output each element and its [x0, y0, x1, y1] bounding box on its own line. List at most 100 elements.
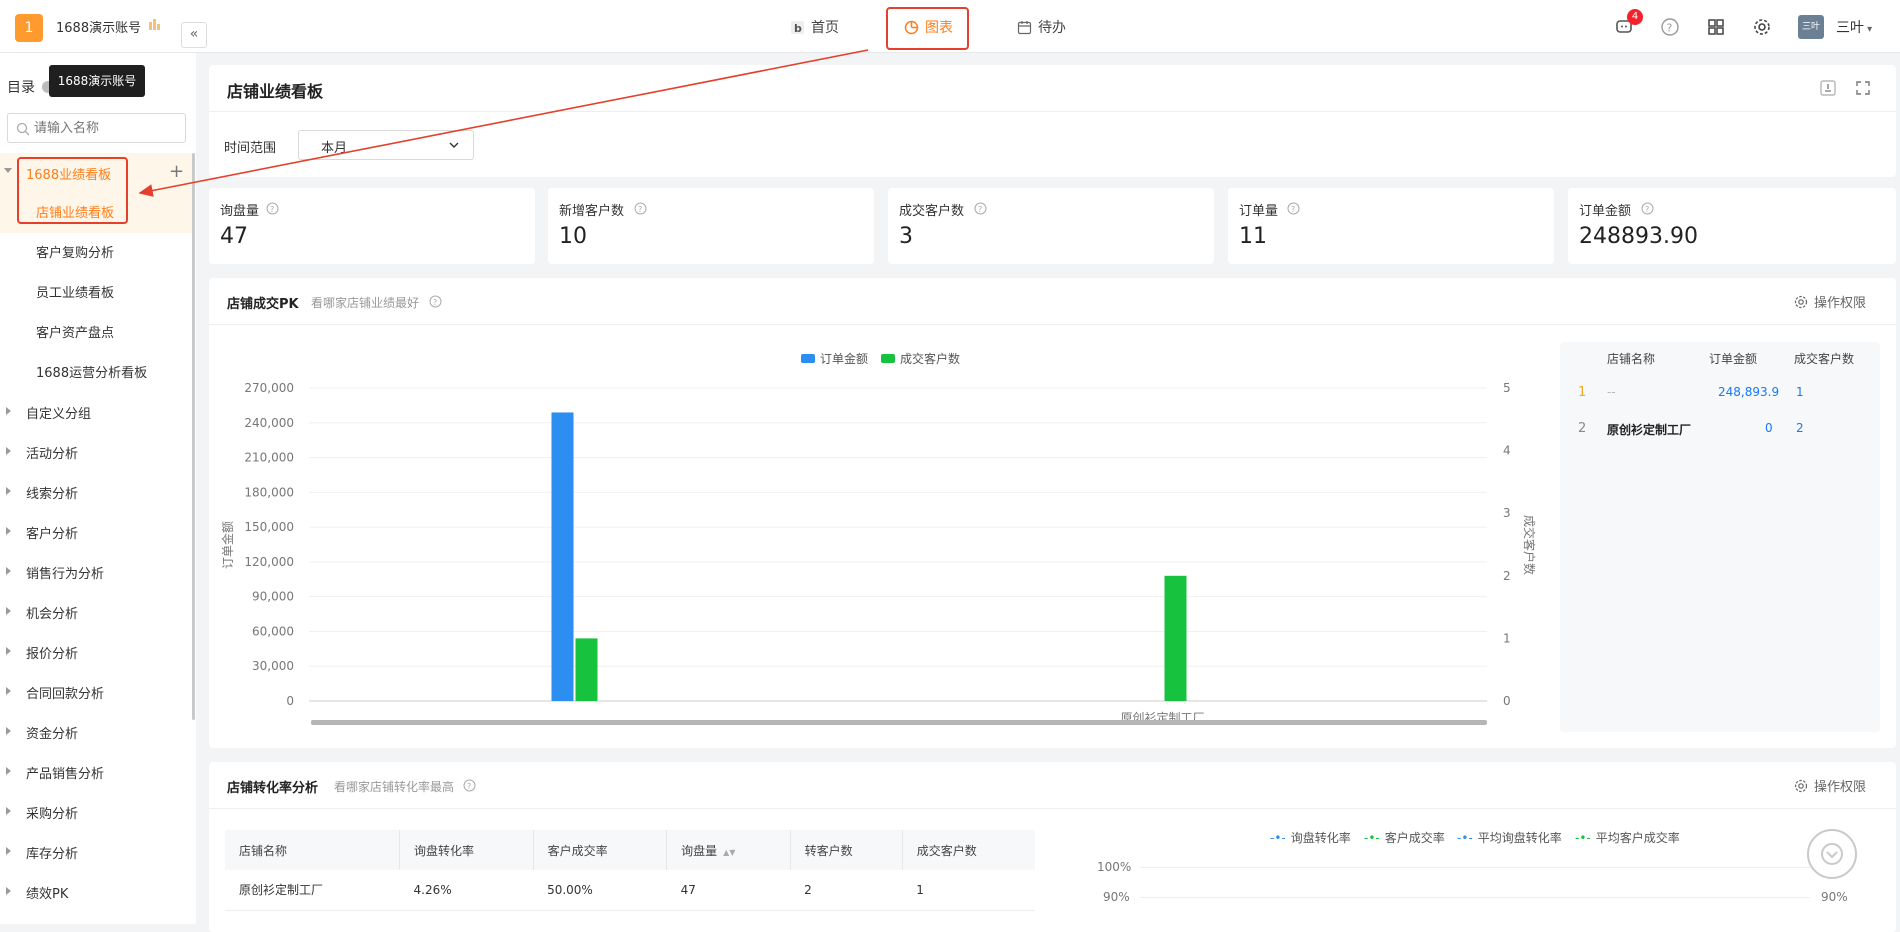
y-right-tick-label: 90%	[1821, 890, 1848, 904]
rank-header-customers: 成交客户数	[1794, 352, 1855, 366]
nav-todo[interactable]: 待办	[1017, 15, 1066, 39]
y-tick-label: 90%	[1103, 890, 1130, 904]
table-cell-link[interactable]: 1	[902, 870, 1035, 911]
sidebar-category-label: 绩效PK	[26, 887, 69, 902]
store-pk-bar-chart: 0 30,000 60,000 90,000 120,000 150,000 180,000…	[220, 381, 1537, 725]
sidebar-category-label: 报价分析	[26, 647, 79, 662]
rank-header-amount: 订单金额	[1709, 352, 1758, 366]
y-tick-label: 100%	[1097, 860, 1132, 874]
kpi-card-order-amount[interactable]: 订单金额 ? 248893.90	[1568, 188, 1896, 264]
export-icon[interactable]	[1818, 78, 1838, 98]
kpi-value: 3	[899, 224, 913, 249]
sidebar-item-employee[interactable]: 员工业绩看板	[36, 282, 114, 301]
account-name[interactable]: 1688演示账号	[56, 17, 141, 36]
kpi-value: 11	[1239, 224, 1267, 249]
rank-customers-link[interactable]: 2	[1796, 421, 1804, 435]
sidebar-scrollbar[interactable]	[192, 153, 195, 720]
rank-customers-link[interactable]: 1	[1796, 385, 1804, 399]
settings-gear-icon[interactable]	[1752, 17, 1772, 37]
fullscreen-icon[interactable]	[1853, 78, 1873, 98]
kpi-card-new-customers[interactable]: 新增客户数 ? 10	[548, 188, 874, 264]
help-icon[interactable]: ?	[1660, 17, 1680, 37]
scroll-down-float-button[interactable]	[1807, 829, 1857, 879]
legend-deal-customers[interactable]: 成交客户数	[881, 350, 960, 367]
svg-text:?: ?	[1667, 22, 1673, 35]
legend-avg-inquiry-conv[interactable]: -•- 平均询盘转化率	[1457, 829, 1562, 846]
user-avatar[interactable]: 三叶	[1798, 15, 1824, 39]
sidebar-category[interactable]: 自定义分组	[0, 401, 192, 425]
help-icon[interactable]: ?	[974, 202, 987, 215]
help-icon[interactable]: ?	[1287, 202, 1300, 215]
kpi-card-orders[interactable]: 订单量 ? 11	[1228, 188, 1554, 264]
kpi-card-inquiries[interactable]: 询盘量 ? 47	[209, 188, 535, 264]
sidebar-search	[7, 113, 186, 143]
sidebar-category[interactable]: 报价分析	[0, 641, 192, 665]
table-cell-link[interactable]: 47	[666, 870, 791, 911]
legend-label: 询盘转化率	[1290, 831, 1351, 845]
svg-text:?: ?	[978, 205, 982, 214]
sidebar-category[interactable]: 机会分析	[0, 601, 192, 625]
sidebar-category-label: 机会分析	[26, 607, 79, 622]
nav-home[interactable]: b 首页	[790, 15, 839, 39]
caret-right-icon	[6, 887, 11, 895]
conv-permission-button[interactable]: 操作权限	[1794, 776, 1866, 795]
y-tick-label: 240,000	[244, 416, 294, 430]
sidebar-category[interactable]: 采购分析	[0, 801, 192, 825]
legend-customer-deal[interactable]: -•- 客户成交率	[1364, 829, 1445, 846]
sidebar-category[interactable]: 产品销售分析	[0, 761, 192, 785]
col-header: 转客户数	[790, 830, 903, 870]
help-icon[interactable]: ?	[266, 202, 279, 215]
legend-avg-customer-deal[interactable]: -•- 平均客户成交率	[1575, 829, 1680, 846]
sidebar-search-input[interactable]	[34, 118, 179, 138]
sidebar-category[interactable]: 资金分析	[0, 721, 192, 745]
table-row: 原创衫定制工厂 4.26% 50.00% 47 2 1	[225, 870, 1035, 911]
help-icon[interactable]: ?	[634, 202, 647, 215]
table-cell-link[interactable]: 2	[790, 870, 903, 911]
legend-inquiry-conv[interactable]: -•- 询盘转化率	[1270, 829, 1351, 846]
chevron-down-icon: ▾	[1864, 24, 1873, 35]
help-icon[interactable]: ?	[463, 779, 476, 792]
col-header: 成交客户数	[902, 830, 1035, 870]
y-tick-label: 180,000	[244, 485, 294, 499]
sidebar-category-label: 库存分析	[26, 847, 79, 862]
apps-grid-icon[interactable]	[1706, 17, 1726, 37]
collapse-sidebar-button[interactable]: «	[181, 22, 207, 48]
pk-permission-button[interactable]: 操作权限	[1794, 292, 1866, 311]
settings-gear-icon	[1794, 295, 1808, 308]
conv-section-subtitle: 看哪家店铺转化率最高	[334, 780, 455, 794]
help-icon[interactable]: ?	[429, 295, 442, 308]
sidebar-category[interactable]: 库存分析	[0, 841, 192, 865]
sidebar-item-repurchase[interactable]: 客户复购分析	[36, 242, 114, 261]
user-name-menu[interactable]: 三叶 ▾	[1836, 17, 1872, 37]
col-header: 询盘转化率	[399, 830, 534, 870]
sidebar-category[interactable]: 活动分析	[0, 441, 192, 465]
help-icon[interactable]: ?	[1641, 202, 1654, 215]
kpi-card-deal-customers[interactable]: 成交客户数 ? 3	[888, 188, 1214, 264]
sidebar-category[interactable]: 线索分析	[0, 481, 192, 505]
rank-amount-link[interactable]: 0	[1765, 421, 1773, 435]
sidebar-category[interactable]: 绩效PK	[0, 881, 192, 905]
legend-order-amount[interactable]: 订单金额	[801, 350, 868, 367]
pk-section-subtitle: 看哪家店铺业绩最好	[311, 296, 420, 310]
time-range-select[interactable]: 本月	[298, 130, 474, 160]
account-logo[interactable]: 1	[15, 14, 43, 42]
sidebar-item-operations[interactable]: 1688运营分析看板	[36, 362, 147, 381]
dashboard-header-panel	[209, 65, 1896, 177]
sidebar-item-store-dashboard[interactable]: 店铺业绩看板	[36, 202, 114, 221]
sidebar-category-label: 合同回款分析	[26, 687, 105, 702]
col-header: 客户成交率	[533, 830, 668, 870]
sidebar-category[interactable]: 销售行为分析	[0, 561, 192, 585]
y-tick-label: 150,000	[244, 520, 294, 534]
calendar-icon	[1017, 20, 1032, 34]
rank-amount-link[interactable]: 248,893.9	[1718, 385, 1779, 399]
sidebar-category[interactable]: 客户分析	[0, 521, 192, 545]
legend-marker: -•-	[1575, 830, 1591, 845]
svg-text:?: ?	[1645, 205, 1649, 214]
y2-tick-label: 4	[1503, 444, 1511, 458]
legend-label: 平均询盘转化率	[1477, 831, 1562, 845]
add-icon[interactable]: +	[169, 161, 184, 182]
sidebar-item-assets[interactable]: 客户资产盘点	[36, 322, 114, 341]
col-header-sortable[interactable]: 询盘量 ▲▼	[666, 830, 791, 870]
caret-right-icon	[6, 847, 11, 855]
sidebar-category[interactable]: 合同回款分析	[0, 681, 192, 705]
